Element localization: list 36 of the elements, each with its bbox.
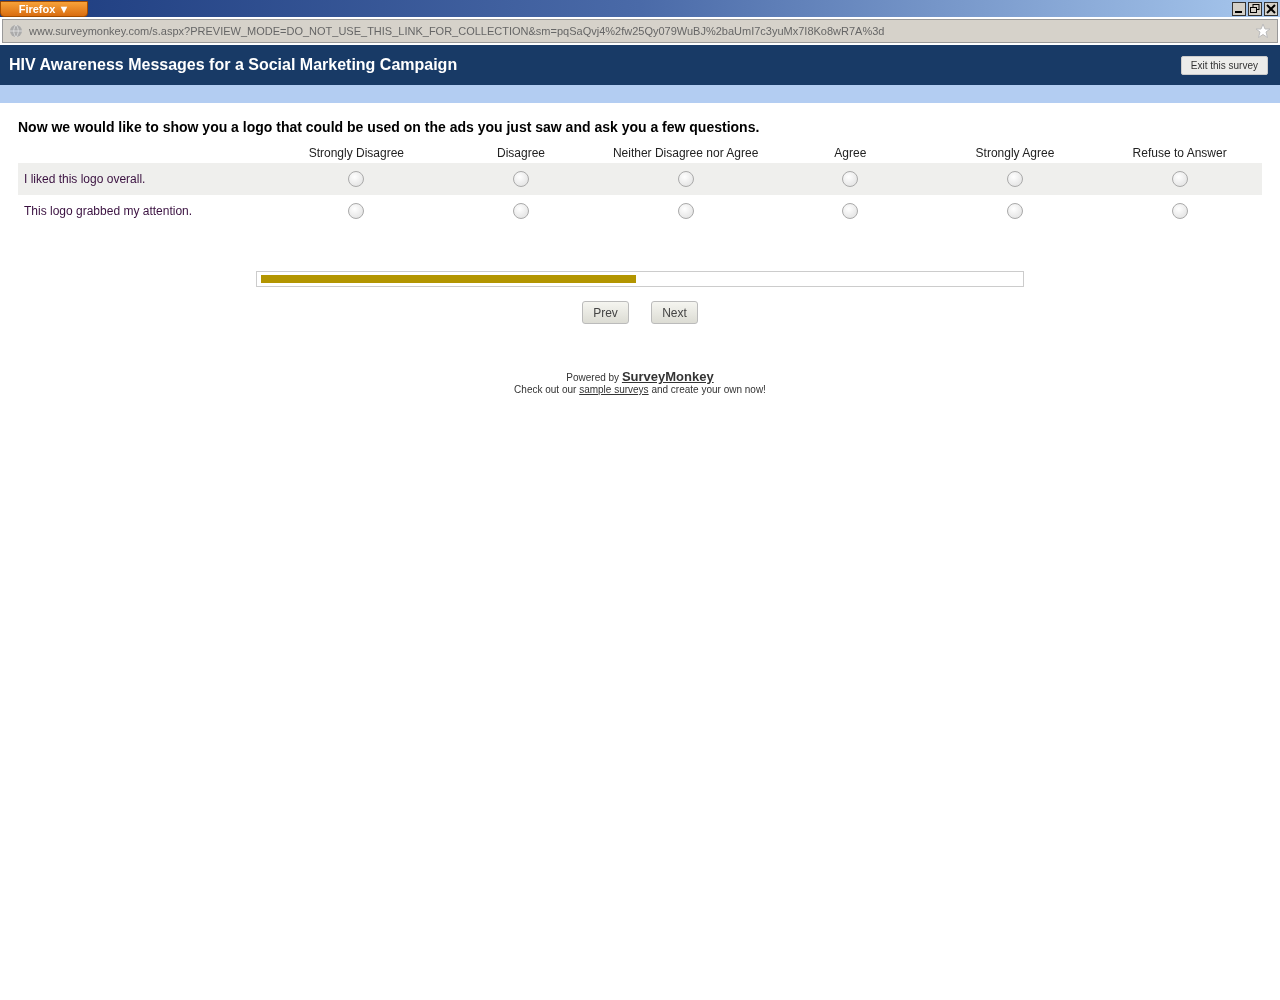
radio-button[interactable]: [513, 171, 529, 187]
promo-sentence: Check out our sample surveys and create your own now!: [513, 384, 767, 395]
sample-surveys-link[interactable]: sample surveys: [579, 384, 649, 395]
column-header: Disagree: [496, 146, 545, 160]
survey-title: HIV Awareness Messages for a Social Marketing Campaign: [9, 56, 458, 74]
row-label: This logo grabbed my attention.: [24, 204, 193, 218]
question-text: Now we would like to show you a logo that could be used on the ads you just saw and ask you a few questions.: [18, 119, 761, 135]
radio-button[interactable]: [1006, 203, 1023, 219]
column-header: Refuse to Answer: [1132, 146, 1227, 160]
radio-button[interactable]: [348, 171, 365, 187]
minimize-icon[interactable]: [1232, 1, 1246, 16]
globe-icon: [9, 24, 23, 38]
column-header: Neither Disagree nor Agree: [612, 146, 759, 160]
radio-button[interactable]: [513, 203, 529, 219]
brand-link[interactable]: SurveyMonkey: [621, 369, 714, 384]
radio-button[interactable]: [1006, 171, 1023, 187]
restore-icon[interactable]: [1248, 1, 1262, 16]
column-header: Strongly Disagree: [308, 146, 404, 160]
radio-button[interactable]: [677, 171, 694, 187]
radio-button[interactable]: [842, 203, 859, 219]
radio-button[interactable]: [842, 171, 859, 187]
row-label: I liked this logo overall.: [24, 172, 146, 186]
powered-by-text: Powered by: [566, 372, 620, 383]
radio-button[interactable]: [677, 203, 694, 219]
exit-survey-button[interactable]: Exit this survey: [1180, 55, 1268, 75]
column-header: Agree: [834, 146, 867, 160]
column-header: Strongly Agree: [975, 146, 1055, 160]
address-bar[interactable]: www.surveymonkey.com/s.aspx?PREVIEW_MODE=DO_NOT_USE_THIS_LINK_FOR_COLLECTION&sm=pqSaQvj4%2fw25Qy079WuBJ%2baUmI7c3yuMx7I8Ko8wR7A%3d: [2, 19, 1278, 43]
prev-button[interactable]: Prev: [582, 301, 629, 324]
radio-button[interactable]: [348, 203, 365, 219]
url-text: www.surveymonkey.com/s.aspx?PREVIEW_MODE=DO_NOT_USE_THIS_LINK_FOR_COLLECTION&sm=pqSaQvj4%2fw25Qy079WuBJ%2baUmI7c3yuMx7I8Ko8wR7A%3d: [29, 25, 886, 37]
close-icon[interactable]: [1264, 1, 1278, 16]
radio-button[interactable]: [1171, 203, 1188, 219]
next-button[interactable]: Next: [651, 301, 698, 324]
star-icon[interactable]: [1255, 23, 1271, 39]
radio-button[interactable]: [1171, 171, 1188, 187]
